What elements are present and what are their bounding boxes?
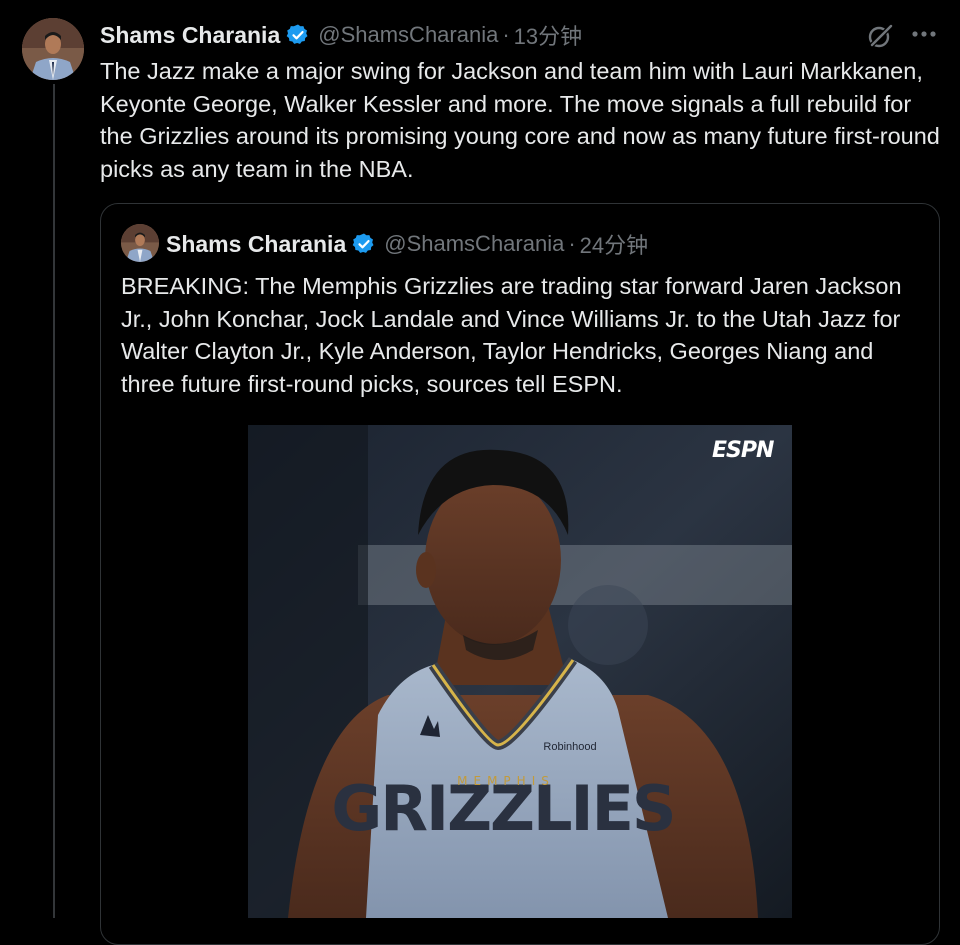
tweet-header: Shams Charania @ShamsCharania · 13分钟 [100,18,582,52]
verified-badge-icon [286,23,310,47]
author-name[interactable]: Shams Charania [100,22,280,49]
quoted-author-handle: @ShamsCharania [384,231,565,256]
quoted-tweet-header: Shams Charania @ShamsCharania · 24分钟 [166,228,648,260]
timestamp[interactable]: 13分钟 [514,19,582,51]
quoted-tweet-text: BREAKING: The Memphis Grizzlies are trad… [121,273,902,397]
grok-icon[interactable] [866,22,894,50]
quoted-author-name: Shams Charania [166,230,347,257]
more-options-icon[interactable] [908,20,940,48]
separator-dot: · [568,231,576,256]
jersey-city-text: MEMPHIS [457,774,555,788]
quoted-timestamp: 24分钟 [579,233,649,258]
tweet-text: The Jazz make a major swing for Jackson … [100,58,940,182]
author-handle[interactable]: @ShamsCharania [318,22,498,48]
author-avatar[interactable] [22,18,84,80]
verified-badge-icon [352,232,376,256]
tweet-media-image[interactable]: GRIZZLIES MEMPHIS Robinhood [248,425,792,918]
espn-watermark-logo: ESPN [712,438,774,463]
thread-connector-line [53,84,55,918]
jersey-sponsor-text: Robinhood [543,741,596,753]
quoted-author-avatar[interactable] [121,224,159,262]
separator-dot: · [502,22,510,47]
